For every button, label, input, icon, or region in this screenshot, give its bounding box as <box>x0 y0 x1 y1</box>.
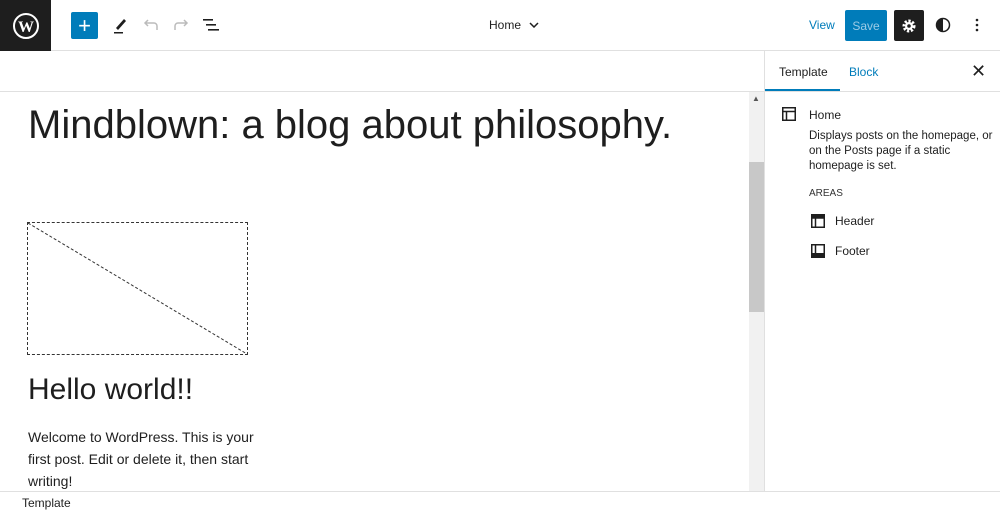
more-vertical-icon <box>975 18 979 32</box>
post-excerpt[interactable]: Welcome to WordPress. This is your first… <box>28 426 258 492</box>
site-title[interactable]: Mindblown: a blog about philosophy. <box>28 103 672 148</box>
area-label: Header <box>835 214 875 228</box>
add-block-button[interactable]: + <box>71 12 98 39</box>
footer-area-icon <box>811 244 825 258</box>
redo-icon <box>174 19 189 30</box>
block-breadcrumb: Template <box>0 491 1000 511</box>
active-tab-indicator <box>765 89 840 91</box>
tab-block[interactable]: Block <box>849 65 878 79</box>
placeholder-diagonal-icon <box>28 223 247 354</box>
wordpress-logo-button[interactable]: W <box>0 0 51 51</box>
undo-button[interactable] <box>141 14 161 36</box>
document-overview-button[interactable] <box>200 14 222 36</box>
scroll-up-icon[interactable]: ▲ <box>752 94 760 103</box>
header-area-icon <box>811 214 825 228</box>
contrast-icon <box>935 17 951 33</box>
close-icon[interactable]: ✕ <box>971 61 986 82</box>
template-name: Home <box>809 108 842 122</box>
layout-icon <box>782 107 796 121</box>
wordpress-icon: W <box>12 12 39 39</box>
list-view-icon <box>203 19 219 31</box>
undo-icon <box>143 19 158 30</box>
options-button[interactable] <box>967 15 987 35</box>
template-description: Displays posts on the homepage, or on th… <box>809 130 993 172</box>
redo-button[interactable] <box>171 14 191 36</box>
area-footer[interactable]: Footer <box>811 244 870 258</box>
chevron-down-icon <box>529 22 539 28</box>
page-selector-label: Home <box>489 18 522 32</box>
scrollbar-thumb[interactable] <box>749 162 764 312</box>
view-button[interactable]: View <box>809 18 835 32</box>
edit-tool-button[interactable] <box>110 14 130 36</box>
page-selector[interactable]: Home <box>489 18 539 32</box>
styles-button[interactable] <box>933 15 953 35</box>
plus-icon: + <box>78 12 91 38</box>
pencil-icon <box>114 19 126 34</box>
area-label: Footer <box>835 244 870 258</box>
top-toolbar: W + Home View Save <box>0 0 1000 51</box>
tab-template[interactable]: Template <box>779 65 828 79</box>
post-title[interactable]: Hello world!! <box>28 373 193 407</box>
featured-image-placeholder[interactable] <box>27 222 248 355</box>
canvas-top-strip <box>0 51 764 92</box>
settings-button[interactable] <box>894 10 924 41</box>
settings-sidebar: Template Block ✕ Home Displays posts on … <box>764 51 1000 491</box>
areas-heading: AREAS <box>809 188 843 199</box>
svg-text:W: W <box>18 19 34 36</box>
breadcrumb-item-template[interactable]: Template <box>22 496 71 510</box>
save-button[interactable]: Save <box>845 10 887 41</box>
area-header[interactable]: Header <box>811 214 874 228</box>
gear-icon <box>902 19 916 32</box>
